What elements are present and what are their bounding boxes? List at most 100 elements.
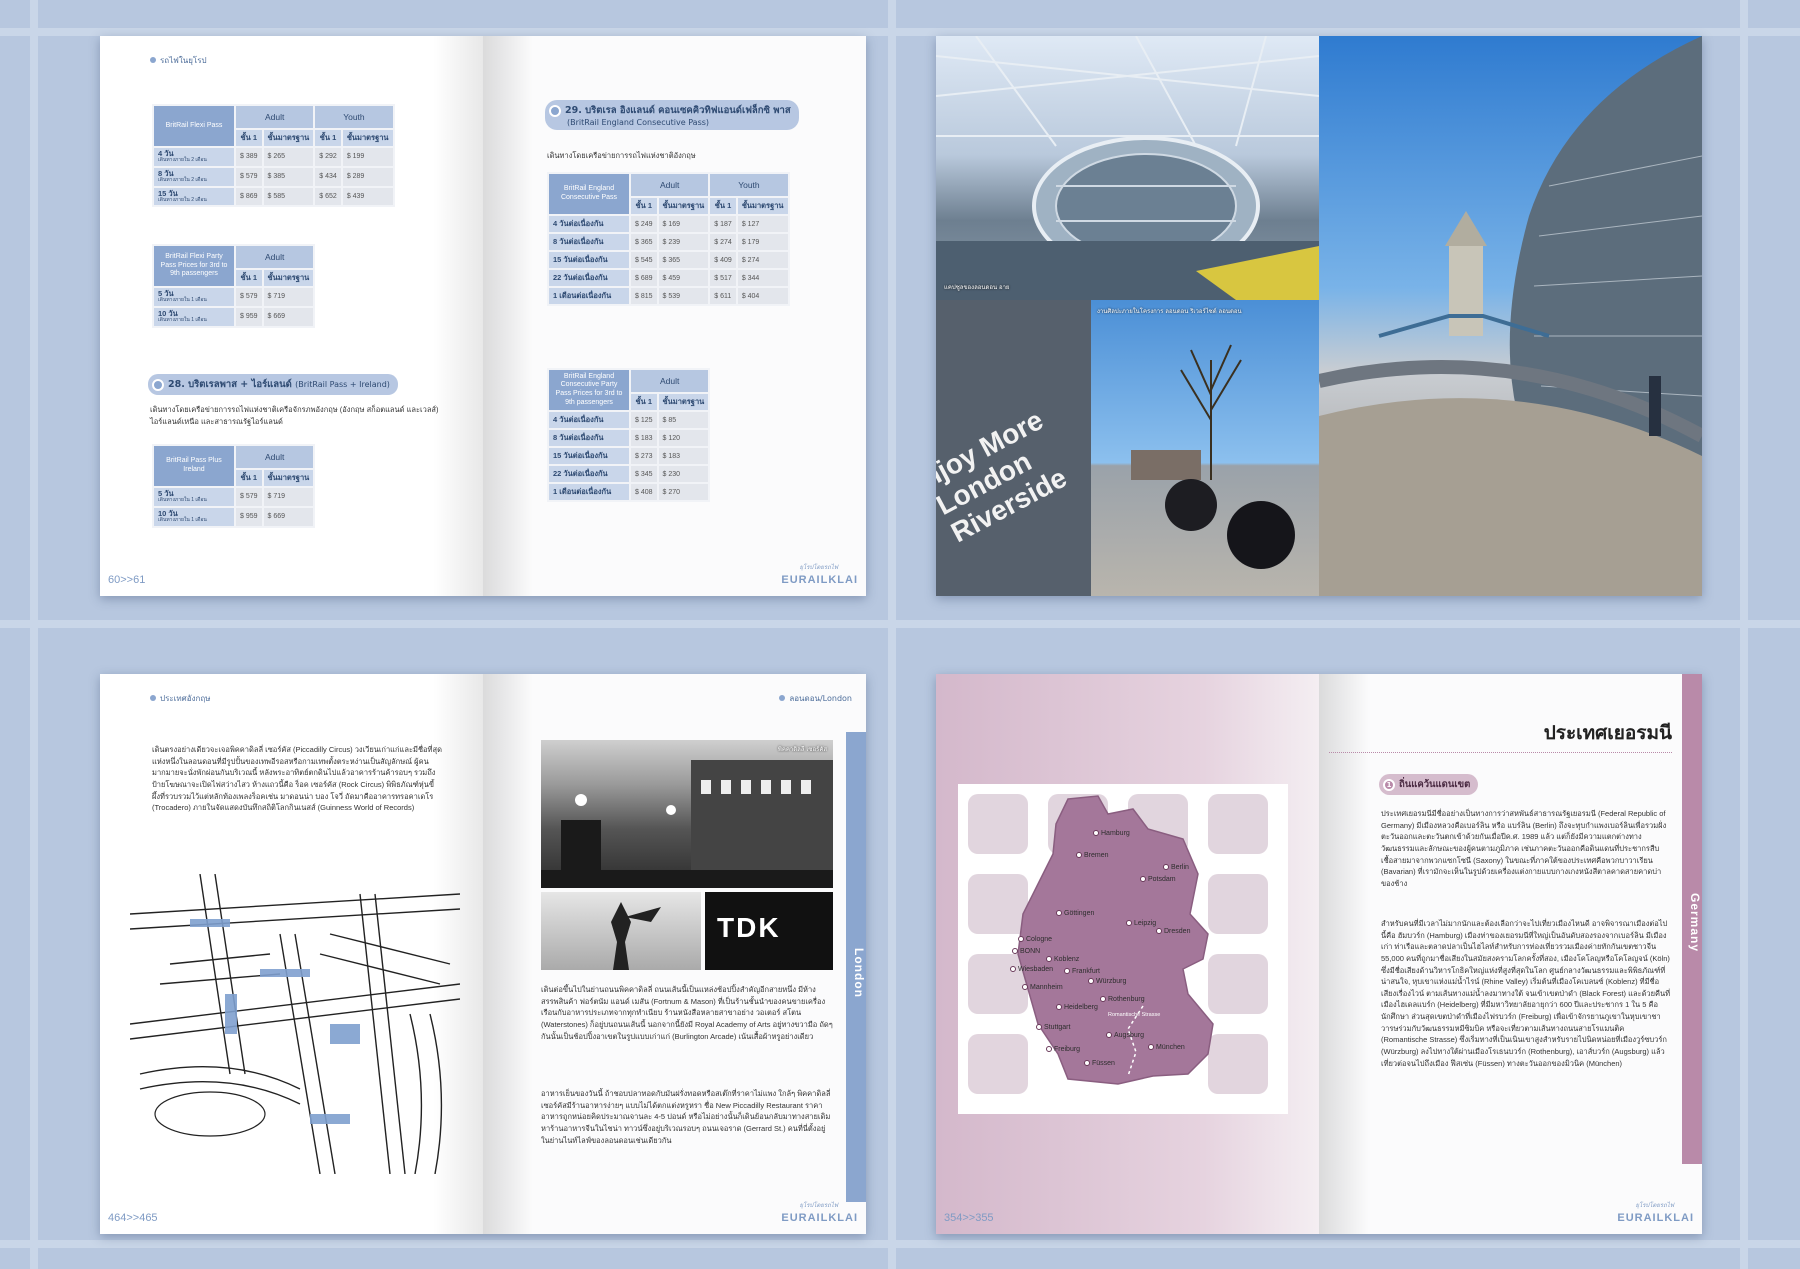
background-line: [30, 0, 38, 1269]
number-badge: 1: [1383, 778, 1395, 791]
price-cell: $ 611: [710, 288, 736, 304]
row-label: 15 วัน เดินทางภายใน 2 เดือน: [154, 187, 234, 206]
spread-germany: Hamburg Bremen Berlin Potsdam Göttingen …: [936, 674, 1702, 1234]
table-row: 22 วันต่อเนื่องกัน $ 345 $ 230: [549, 466, 709, 482]
page-right: 29. บริตเรล อิงแลนด์ คอนเซคคิวทิฟแอนด์เฟ…: [483, 36, 866, 596]
price-cell: $ 517: [710, 270, 736, 286]
more-london-sign-photo: njoy More London Riverside: [936, 300, 1091, 596]
gutter-shadow: [483, 36, 533, 596]
spread-london-photos: แคปซูลของลอนดอน อาย njoy More London Riv…: [936, 36, 1702, 596]
price-cell: $ 274: [737, 252, 788, 268]
city-label: Wiesbaden: [1010, 966, 1053, 973]
group-header: Adult: [631, 370, 709, 392]
row-label: 4 วันต่อเนื่องกัน: [549, 412, 629, 428]
row-label: 8 วันต่อเนื่องกัน: [549, 234, 629, 250]
row-note: เดินทางภายใน 1 เดือน: [158, 297, 207, 304]
table-britrail-flexi: BritRail Flexi Pass Adult Youth ชั้น 1 ช…: [152, 104, 395, 208]
header-right: ลอนดอน/London: [779, 692, 852, 705]
price-cell: $ 959: [236, 507, 262, 526]
price-cell: $ 230: [658, 466, 709, 482]
page-number: 60>>61: [108, 574, 146, 586]
group-header: Adult: [236, 106, 314, 128]
price-cell: $ 439: [342, 187, 393, 206]
price-cell: $ 344: [737, 270, 788, 286]
price-cell: $ 408: [631, 484, 657, 500]
group-header: Youth: [710, 174, 788, 196]
price-cell: $ 719: [263, 288, 314, 306]
price-cell: $ 365: [658, 252, 709, 268]
city-label: Cologne: [1018, 936, 1052, 943]
table-britrail-plus-ireland: BritRail Pass Plus Ireland Adult ชั้น 1 …: [152, 444, 316, 528]
price-cell: $ 292: [315, 148, 341, 166]
table-row: 15 วันต่อเนื่องกัน $ 545 $ 365 $ 409 $ 2…: [549, 252, 788, 268]
table-row: 1 เดือนต่อเนื่องกัน $ 815 $ 539 $ 611 $ …: [549, 288, 788, 304]
price-cell: $ 365: [631, 234, 657, 250]
background-line: [1740, 0, 1748, 1269]
row-note: เดินทางภายใน 1 เดือน: [158, 317, 207, 323]
price-cell: $ 869: [236, 187, 262, 206]
price-cell: $ 270: [658, 484, 709, 500]
table-row: 8 วัน เดินทางภายใน 2 เดือน $ 579 $ 385 $ …: [154, 167, 393, 186]
gutter-shadow: [483, 674, 533, 1234]
price-cell: $ 585: [263, 187, 314, 206]
row-note: เดินทางภายใน 1 เดือน: [158, 497, 207, 504]
street-map: [129, 873, 461, 1175]
tree-spheres-illustration: [1131, 344, 1295, 569]
table-corner: BritRail England Consecutive Pass: [549, 174, 629, 214]
city-label: Augsburg: [1106, 1032, 1144, 1039]
price-cell: $ 652: [315, 187, 341, 206]
paragraph-28: เดินทางโดยเครือข่ายการรถไฟแห่งชาติเครือจ…: [150, 405, 439, 426]
sub-header: ชั้น 1: [236, 470, 262, 486]
tdk-sign: TDK: [717, 912, 781, 943]
capsule-illustration: [936, 36, 1319, 300]
spread-london-piccadilly: ประเทศอังกฤษ เดินตรงอย่างเดียวจะเจอพิคคา…: [100, 674, 866, 1234]
page-right: ประเทศเยอรมนี Germany 1 ถิ่นแคว้นแดนเขต ป…: [1319, 674, 1702, 1234]
eurailklai-logo: EURAILKLAI: [1617, 1212, 1694, 1224]
street-scene-illustration: [541, 760, 833, 888]
sub-header: ชั้น 1: [236, 130, 262, 146]
city-label: Mannheim: [1022, 984, 1063, 991]
eros-statue-photo: [541, 892, 701, 970]
sub-header: ชั้นมาตรฐาน: [263, 470, 314, 486]
tdk-billboard-photo: TDK: [705, 892, 833, 970]
background-line: [0, 28, 1800, 36]
gutter-shadow: [433, 36, 483, 596]
paragraph-29: เดินทางโดยเครือข่ายการรถไฟแห่งชาติอังกฤษ: [547, 151, 696, 160]
sub-header: ชั้นมาตรฐาน: [263, 130, 314, 146]
paragraph-germany-cities: สำหรับคนที่มีเวลาไม่มากนักและต้องเลือกว่…: [1381, 919, 1671, 1068]
city-label: Göttingen: [1056, 910, 1094, 917]
table-corner: BritRail England Consecutive Party Pass …: [549, 370, 629, 410]
sub-header: ชั้นมาตรฐาน: [737, 198, 788, 214]
page-number: 354>>355: [944, 1212, 994, 1224]
table-row: 10 วัน เดินทางภายใน 1 เดือน $ 959 $ 669: [154, 307, 314, 326]
sub-header: ชั้นมาตรฐาน: [263, 270, 314, 286]
table-row: 4 วันต่อเนื่องกัน $ 249 $ 169 $ 187 $ 12…: [549, 216, 788, 232]
city-hall-photo: [1319, 36, 1702, 596]
page-left: Hamburg Bremen Berlin Potsdam Göttingen …: [936, 674, 1319, 1234]
side-tab-label: Germany: [1688, 893, 1702, 953]
city-label: Frankfurt: [1064, 968, 1100, 975]
page-title: ประเทศเยอรมนี: [1543, 722, 1672, 744]
city-label: BONN: [1012, 948, 1040, 955]
row-label: 1 เดือนต่อเนื่องกัน: [549, 288, 629, 304]
row-note: เดินทางภายใน 2 เดือน: [158, 157, 207, 164]
sub-header: ชั้น 1: [315, 130, 341, 146]
row-note: เดินทางภายใน 2 เดือน: [158, 196, 207, 203]
background-line: [0, 620, 1800, 628]
price-cell: $ 120: [658, 430, 709, 446]
city-label: Stuttgart: [1036, 1024, 1070, 1031]
price-cell: $ 815: [631, 288, 657, 304]
bullet-icon: [152, 378, 164, 391]
table-row: 8 วันต่อเนื่องกัน $ 183 $ 120: [549, 430, 709, 446]
paragraph-piccadilly-street: เดินต่อขึ้นไปในย่านถนนพิคคาดิลลี่ ถนนเส้…: [541, 985, 833, 1041]
background-line: [888, 0, 896, 1269]
page-number: 464>>465: [108, 1212, 158, 1224]
price-cell: $ 239: [658, 234, 709, 250]
price-cell: $ 669: [263, 507, 314, 526]
city-label: München: [1148, 1044, 1185, 1051]
price-cell: $ 434: [315, 167, 341, 186]
price-cell: $ 579: [236, 488, 262, 506]
city-label: Leipzig: [1126, 920, 1156, 927]
price-cell: $ 579: [236, 167, 262, 186]
page-left: ประเทศอังกฤษ เดินตรงอย่างเดียวจะเจอพิคคา…: [100, 674, 483, 1234]
